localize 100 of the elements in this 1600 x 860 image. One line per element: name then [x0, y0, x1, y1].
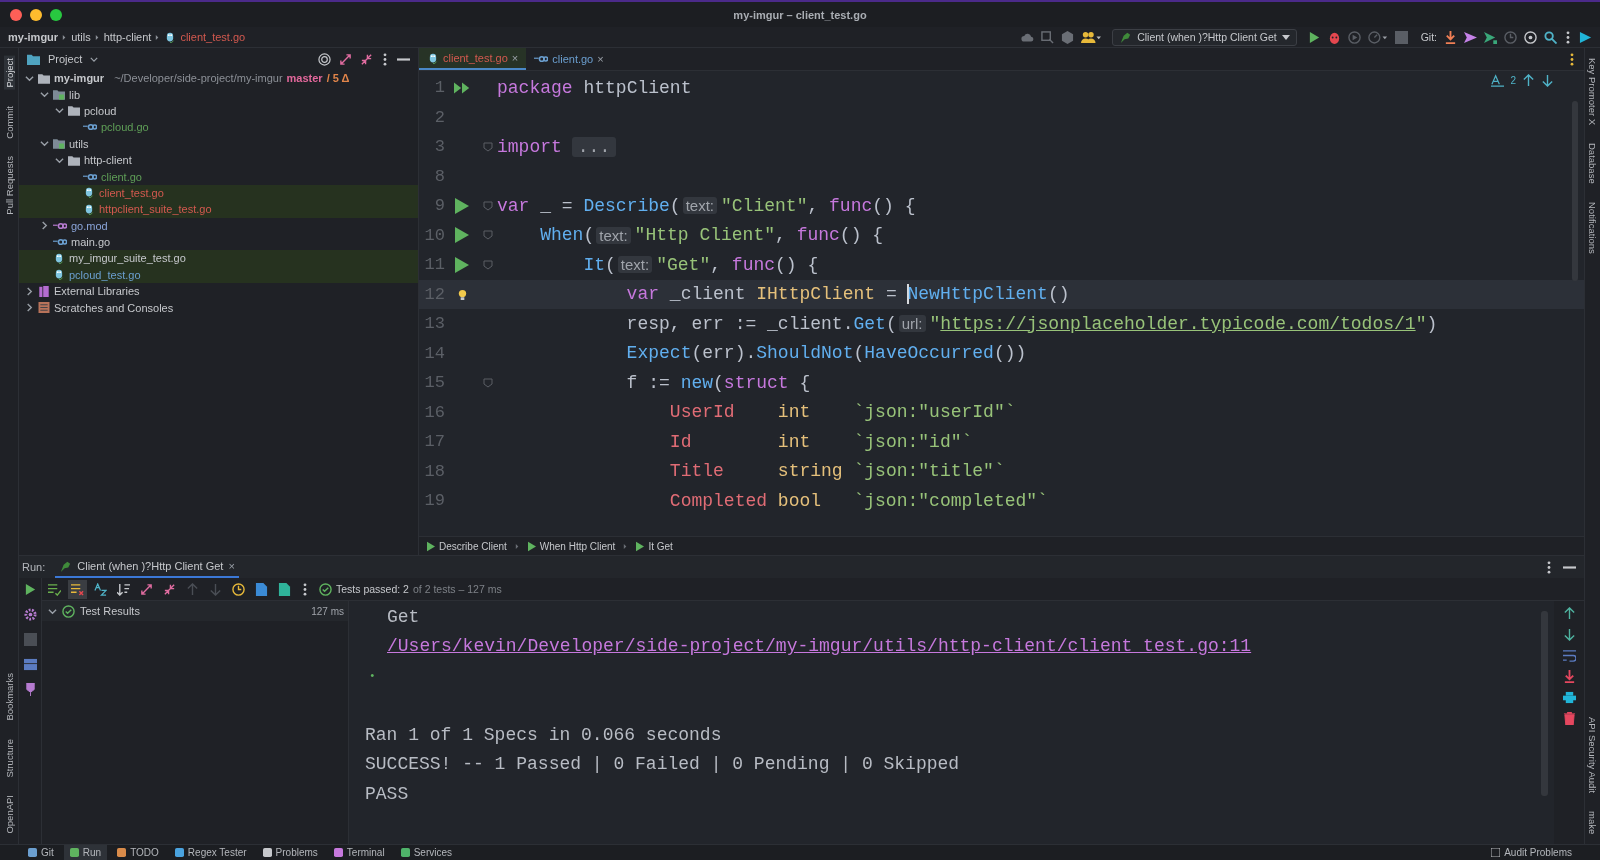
push-icon[interactable]	[1464, 30, 1477, 44]
revert-icon[interactable]	[1524, 30, 1537, 44]
run-tab[interactable]: Client (when )?Http Client Get ×	[55, 556, 239, 578]
more-icon[interactable]	[301, 582, 309, 596]
tree-item[interactable]: pcloud	[19, 102, 418, 120]
tool-window-tab[interactable]: Structure	[3, 736, 15, 780]
rerun-icon[interactable]	[23, 583, 37, 596]
tree-item[interactable]: main.go	[19, 233, 418, 251]
sort-alpha-icon[interactable]	[94, 582, 107, 596]
tool-window-button[interactable]: Audit Problems	[1485, 845, 1578, 860]
file-link[interactable]: /Users/kevin/Developer/side-project/my-imgur/utils/http-client/client_test.go:11	[387, 636, 1252, 657]
chevron-down-icon[interactable]	[40, 90, 49, 100]
target-icon[interactable]	[318, 52, 331, 66]
arrow-down-icon[interactable]	[1541, 74, 1554, 87]
breadcrumb[interactable]: Describe Client	[427, 539, 507, 553]
typo-icon[interactable]	[1491, 74, 1505, 87]
people-icon[interactable]	[1081, 30, 1102, 44]
export-file-icon[interactable]	[278, 582, 291, 596]
tree-item[interactable]: go.mod	[19, 217, 418, 234]
coverage-icon[interactable]	[1347, 30, 1361, 44]
trash-icon[interactable]	[1562, 712, 1576, 725]
tool-window-button[interactable]: Problems	[256, 845, 324, 860]
chevron-down-icon[interactable]	[55, 155, 64, 165]
tree-item[interactable]: Test Results 127 ms	[42, 601, 348, 621]
run-icon[interactable]	[1307, 30, 1321, 44]
tool-window-tab[interactable]: Bookmarks	[3, 671, 15, 723]
tree-item[interactable]: client_test.go	[19, 184, 418, 202]
tree-item[interactable]: External Libraries	[19, 283, 418, 300]
chevron-right-icon[interactable]	[25, 286, 34, 296]
collapse-all-icon[interactable]	[163, 582, 176, 596]
close-tab-button[interactable]: ×	[597, 53, 604, 65]
tree-item[interactable]: client.go	[19, 168, 418, 185]
breadcrumb[interactable]: http-client	[103, 31, 152, 43]
panel-title[interactable]: Project	[48, 53, 83, 65]
settings-icon[interactable]	[23, 608, 37, 621]
bug-icon[interactable]	[1327, 30, 1341, 44]
tool-window-tab[interactable]: Database	[1587, 141, 1598, 186]
tool-window-button[interactable]: Regex Tester	[168, 845, 253, 860]
print-icon[interactable]	[1562, 691, 1576, 704]
plugin-logo-icon[interactable]	[1579, 30, 1592, 44]
expand-all-icon[interactable]	[339, 52, 352, 66]
lightbulb-icon[interactable]	[456, 287, 468, 301]
more-icon[interactable]	[1545, 560, 1553, 574]
close-tab-button[interactable]: ×	[228, 560, 235, 572]
breadcrumb[interactable]: client_test.go	[180, 31, 246, 43]
tool-window-tab[interactable]: Commit	[3, 103, 15, 141]
inspection-count[interactable]: 2	[1510, 75, 1516, 86]
chevron-right-icon[interactable]	[25, 303, 34, 313]
tree-item[interactable]: httpclient_suite_test.go	[19, 201, 418, 218]
tool-window-tab[interactable]: Key Promoter X	[1587, 56, 1598, 128]
import-file-icon[interactable]	[255, 582, 268, 596]
chevron-down-icon[interactable]	[48, 606, 57, 616]
url-link[interactable]: https://jsonplaceholder.typicode.com/todos/1	[940, 313, 1416, 334]
hexagon-icon[interactable]	[1061, 30, 1075, 44]
editor-tab[interactable]: client.go ×	[526, 48, 612, 70]
update-icon[interactable]	[1444, 30, 1457, 44]
more-icon[interactable]	[381, 52, 389, 66]
zoom-window-button[interactable]	[50, 8, 62, 21]
commit-icon[interactable]	[1484, 30, 1497, 44]
collapse-all-icon[interactable]	[360, 52, 373, 66]
show-passed-icon[interactable]	[48, 582, 61, 596]
expand-all-icon[interactable]	[140, 582, 153, 596]
minimize-window-button[interactable]	[30, 8, 42, 21]
tree-item[interactable]: utils	[19, 135, 418, 152]
tool-window-button[interactable]: Run	[63, 845, 108, 860]
arrow-down-icon[interactable]	[1562, 628, 1576, 641]
run-icon[interactable]	[454, 256, 470, 273]
tool-window-tab[interactable]: Project	[3, 56, 15, 90]
history-icon[interactable]	[232, 582, 245, 596]
show-ignored-icon[interactable]	[71, 582, 84, 596]
close-window-button[interactable]	[10, 8, 22, 21]
scroll-to-end-icon[interactable]	[1562, 670, 1576, 683]
stop-icon[interactable]	[1394, 30, 1408, 44]
run-configuration-dropdown[interactable]: Client (when )?Http Client Get	[1112, 28, 1297, 46]
breadcrumb[interactable]: When Http Client	[527, 539, 616, 553]
sort-duration-icon[interactable]	[117, 582, 130, 596]
layout-icon[interactable]	[23, 658, 37, 671]
arrow-up-icon[interactable]	[1522, 74, 1535, 87]
tool-window-tab[interactable]: API Security Audit	[1587, 714, 1598, 795]
breadcrumb[interactable]: utils	[71, 31, 91, 43]
breadcrumb[interactable]: my-imgur	[8, 31, 59, 43]
more-icon[interactable]	[1564, 30, 1572, 44]
chevron-right-icon[interactable]	[40, 221, 49, 231]
tool-window-button[interactable]: Terminal	[327, 845, 391, 860]
tool-window-tab[interactable]: Pull Requests	[3, 154, 15, 217]
tree-item[interactable]: my_imgur_suite_test.go	[19, 250, 418, 267]
tree-item[interactable]: Scratches and Consoles	[19, 299, 418, 316]
search-icon[interactable]	[1041, 30, 1055, 44]
run-icon[interactable]	[454, 197, 470, 214]
breadcrumb[interactable]: It Get	[636, 539, 673, 553]
profiler-icon[interactable]	[1367, 30, 1388, 44]
soft-wrap-icon[interactable]	[1562, 649, 1576, 662]
close-tab-button[interactable]: ×	[511, 52, 519, 64]
tool-window-button[interactable]: TODO	[111, 845, 165, 860]
chevron-down-icon[interactable]	[40, 139, 49, 149]
tree-item[interactable]: http-client	[19, 151, 418, 169]
arrow-up-icon[interactable]	[1562, 607, 1576, 620]
tool-window-tab[interactable]: make	[1587, 808, 1598, 836]
chevron-down-icon[interactable]	[55, 106, 64, 116]
run-icon[interactable]	[454, 227, 470, 244]
